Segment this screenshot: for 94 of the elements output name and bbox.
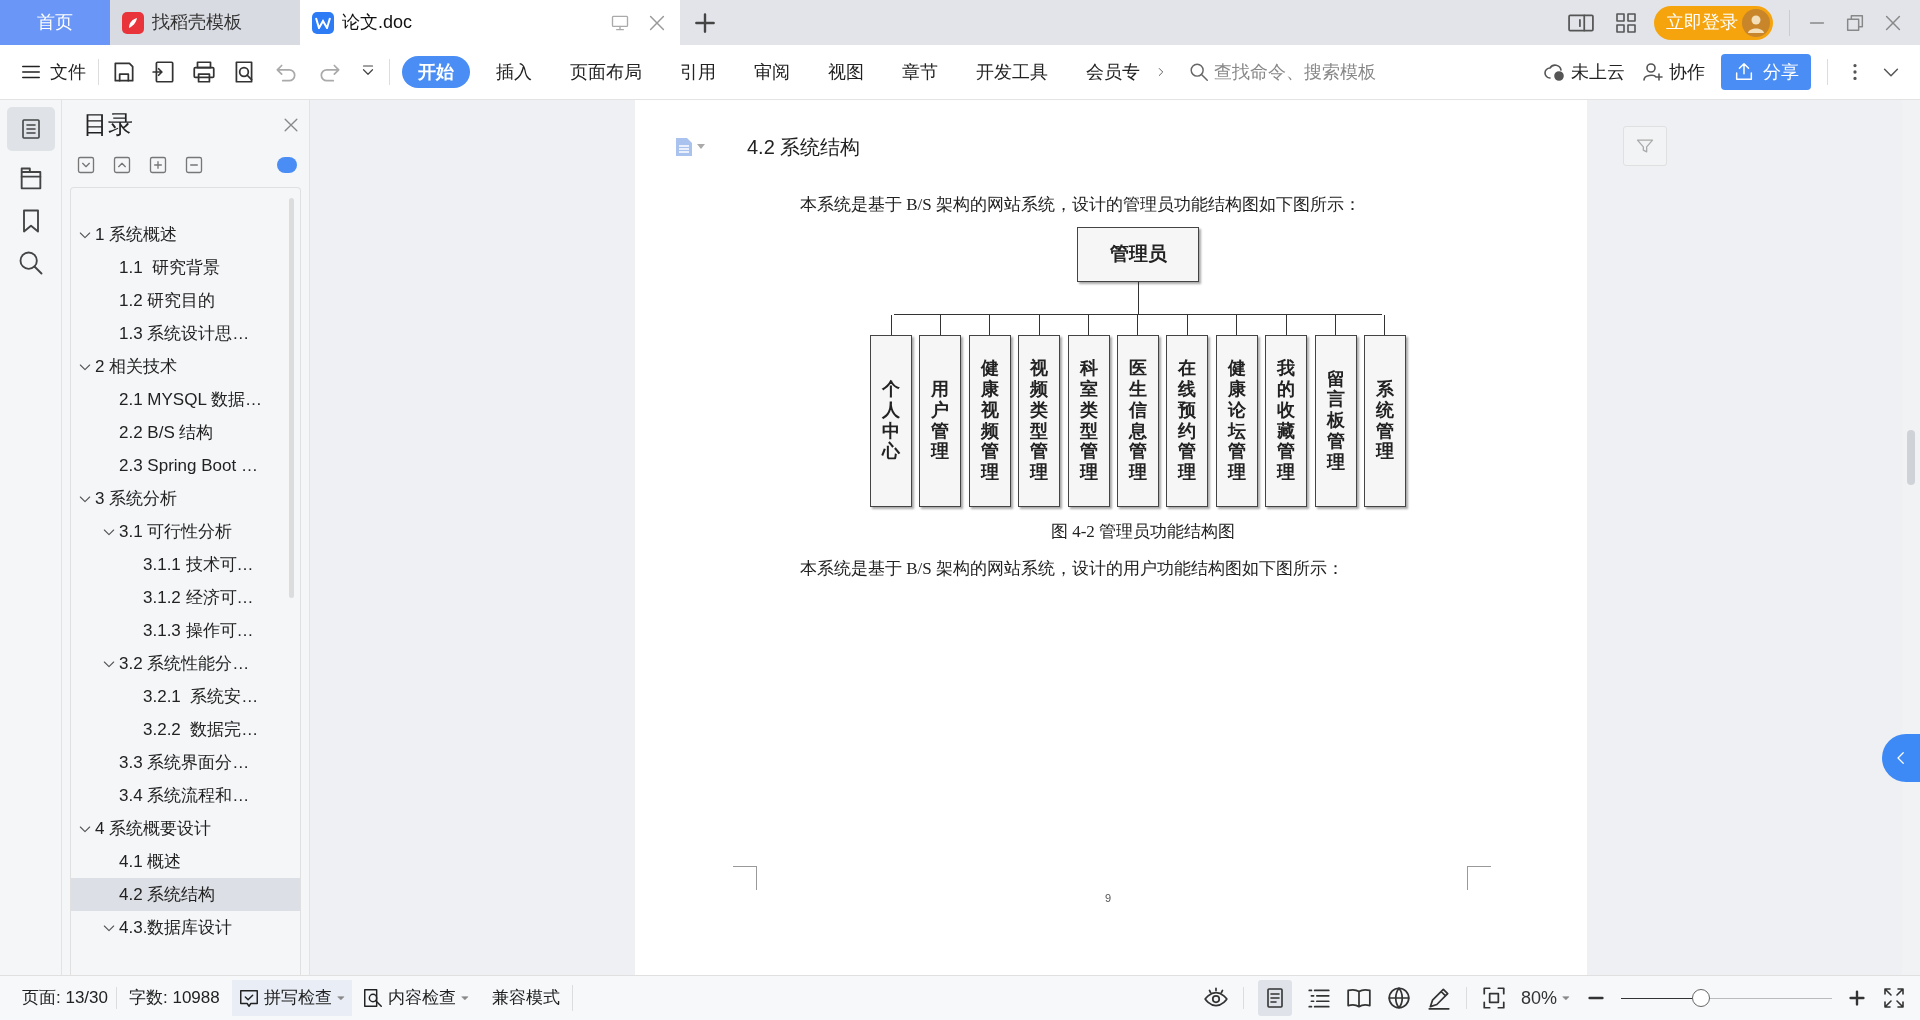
toc-item[interactable]: 1.1 研究背景 bbox=[71, 251, 300, 284]
toc-item[interactable]: 4 系统概要设计 bbox=[71, 812, 300, 845]
toc-item[interactable]: 3.3 系统界面分… bbox=[71, 746, 300, 779]
avatar-icon bbox=[1742, 8, 1770, 37]
ribbon-tab[interactable]: 引用 bbox=[668, 56, 728, 88]
node-label: 健康论坛管理 bbox=[1227, 358, 1246, 483]
crop-mark bbox=[733, 866, 757, 890]
toc-item[interactable]: 4.2 系统结构 bbox=[71, 878, 300, 911]
node-label: 视频类型管理 bbox=[1030, 358, 1049, 483]
content-check-button[interactable]: 内容检查 bbox=[351, 980, 480, 1016]
zoom-dropdown[interactable]: 80% bbox=[1520, 984, 1571, 1012]
search-field[interactable]: 查找命令、搜索模板 bbox=[1188, 58, 1438, 86]
node-label: 医生信息管理 bbox=[1128, 358, 1147, 483]
toc-item[interactable]: 4.3.数据库设计 bbox=[71, 911, 300, 944]
share-icon bbox=[1733, 61, 1755, 83]
side-panel-button[interactable] bbox=[1882, 734, 1920, 782]
paragraph: 本系统是基于 B/S 架构的网站系统，设计的管理员功能结构图如下图所示： bbox=[799, 194, 1363, 216]
ribbon-tab[interactable]: 会员专 bbox=[1074, 56, 1152, 88]
panel-title: 目录 bbox=[83, 109, 133, 141]
toc-item[interactable]: 3.1.1 技术可… bbox=[71, 548, 300, 581]
node-label: 我的收藏管理 bbox=[1277, 358, 1296, 483]
page-count: 页面: 13/30 bbox=[21, 987, 109, 1010]
scrollbar-thumb[interactable] bbox=[289, 198, 294, 598]
toc-item[interactable]: 3.2.2 数据完… bbox=[71, 713, 300, 746]
zoom-slider[interactable] bbox=[1621, 989, 1832, 1007]
crop-mark bbox=[1467, 866, 1491, 890]
toc-item[interactable]: 1 系统概述 bbox=[71, 218, 300, 251]
connector-line bbox=[890, 314, 892, 335]
ribbon-tab[interactable]: 审阅 bbox=[742, 56, 802, 88]
paragraph: 本系统是基于 B/S 架构的网站系统，设计的用户功能结构图如下图所示： bbox=[799, 558, 1346, 580]
inspect-icon bbox=[361, 987, 384, 1009]
node-label: 留言板管理 bbox=[1326, 368, 1345, 473]
caret-icon bbox=[459, 993, 470, 1003]
collapse-icon[interactable] bbox=[76, 155, 96, 175]
toc-item[interactable]: 1.3 系统设计思… bbox=[71, 317, 300, 350]
print-icon[interactable] bbox=[191, 59, 217, 85]
toc-item[interactable]: 4.1 概述 bbox=[71, 845, 300, 878]
toc-item[interactable]: 2 相关技术 bbox=[71, 350, 300, 383]
expand-icon[interactable] bbox=[112, 155, 132, 175]
grid-icon[interactable] bbox=[1614, 10, 1638, 35]
page-number: 9 bbox=[1105, 891, 1112, 906]
ribbon-tab[interactable]: 插入 bbox=[484, 56, 544, 88]
outline-button[interactable] bbox=[6, 107, 55, 151]
export-icon[interactable] bbox=[151, 59, 177, 85]
compatibility-mode: 兼容模式 bbox=[479, 985, 573, 1011]
toc-item[interactable]: 3.1.2 经济可… bbox=[71, 581, 300, 614]
check-icon bbox=[237, 987, 260, 1009]
toc-item[interactable]: 2.3 Spring Boot … bbox=[71, 449, 300, 482]
scrollbar-thumb[interactable] bbox=[1907, 430, 1915, 485]
node-label: 科室类型管理 bbox=[1079, 358, 1098, 483]
caret-icon bbox=[335, 993, 346, 1003]
toc-item[interactable]: 3 系统分析 bbox=[71, 482, 300, 515]
toc-item[interactable]: 3.1 可行性分析 bbox=[71, 515, 300, 548]
page-view-button[interactable] bbox=[1257, 980, 1292, 1016]
ribbon-tab[interactable]: 章节 bbox=[890, 56, 950, 88]
ribbon-tab[interactable]: 视图 bbox=[816, 56, 876, 88]
figure-caption: 图 4-2 管理员功能结构图 bbox=[1049, 520, 1237, 543]
toc-item[interactable]: 3.1.3 操作可… bbox=[71, 614, 300, 647]
file-menu[interactable]: 文件 bbox=[20, 58, 86, 86]
tab[interactable]: 找稻壳模板 bbox=[110, 0, 300, 45]
toc-item[interactable]: 1.2 研究目的 bbox=[71, 284, 300, 317]
ribbon-tab[interactable]: 开发工具 bbox=[964, 56, 1060, 88]
caret-icon bbox=[1561, 993, 1571, 1003]
node-label: 在线预约管理 bbox=[1178, 358, 1197, 483]
spell-check-button[interactable]: 拼写检查 bbox=[231, 980, 352, 1016]
save-icon[interactable] bbox=[111, 59, 137, 85]
node-label: 用户管理 bbox=[931, 379, 950, 462]
fit-page-icon[interactable] bbox=[1480, 985, 1507, 1011]
tab[interactable]: 论文.doc bbox=[300, 0, 680, 45]
collaborate-button[interactable]: 协作 bbox=[1641, 58, 1705, 86]
pen-icon[interactable] bbox=[1425, 985, 1452, 1011]
search-icon bbox=[1188, 61, 1210, 83]
node-label: 个人中心 bbox=[882, 379, 900, 462]
word-count: 字数: 10988 bbox=[128, 987, 221, 1010]
toc-item[interactable]: 3.4 系统流程和… bbox=[71, 779, 300, 812]
node-label: 系统管理 bbox=[1375, 379, 1394, 462]
toc-item[interactable]: 3.2.1 系统安… bbox=[71, 680, 300, 713]
toc-item[interactable]: 2.2 B/S 结构 bbox=[71, 416, 300, 449]
slider-thumb[interactable] bbox=[1692, 989, 1711, 1007]
ribbon-tab[interactable]: 页面布局 bbox=[558, 56, 654, 88]
globe-icon[interactable] bbox=[1385, 985, 1412, 1011]
org-node: 管理员 bbox=[1077, 226, 1199, 282]
fullscreen-icon[interactable] bbox=[1882, 986, 1906, 1010]
section-heading: 4.2 系统结构 bbox=[747, 135, 861, 160]
toc-item[interactable]: 2.1 MYSQL 数据… bbox=[71, 383, 300, 416]
node-label: 健康视频管理 bbox=[980, 358, 999, 483]
connector-line bbox=[1384, 314, 1386, 335]
cloud-button[interactable]: 未上云 bbox=[1543, 58, 1625, 86]
toc-item[interactable]: 3.2 系统性能分… bbox=[71, 647, 300, 680]
leaf-icon bbox=[122, 11, 144, 34]
add-user-icon bbox=[1641, 60, 1665, 84]
document-icon bbox=[312, 11, 334, 34]
add-level-icon[interactable] bbox=[148, 155, 168, 175]
remove-level-icon[interactable] bbox=[184, 155, 204, 175]
